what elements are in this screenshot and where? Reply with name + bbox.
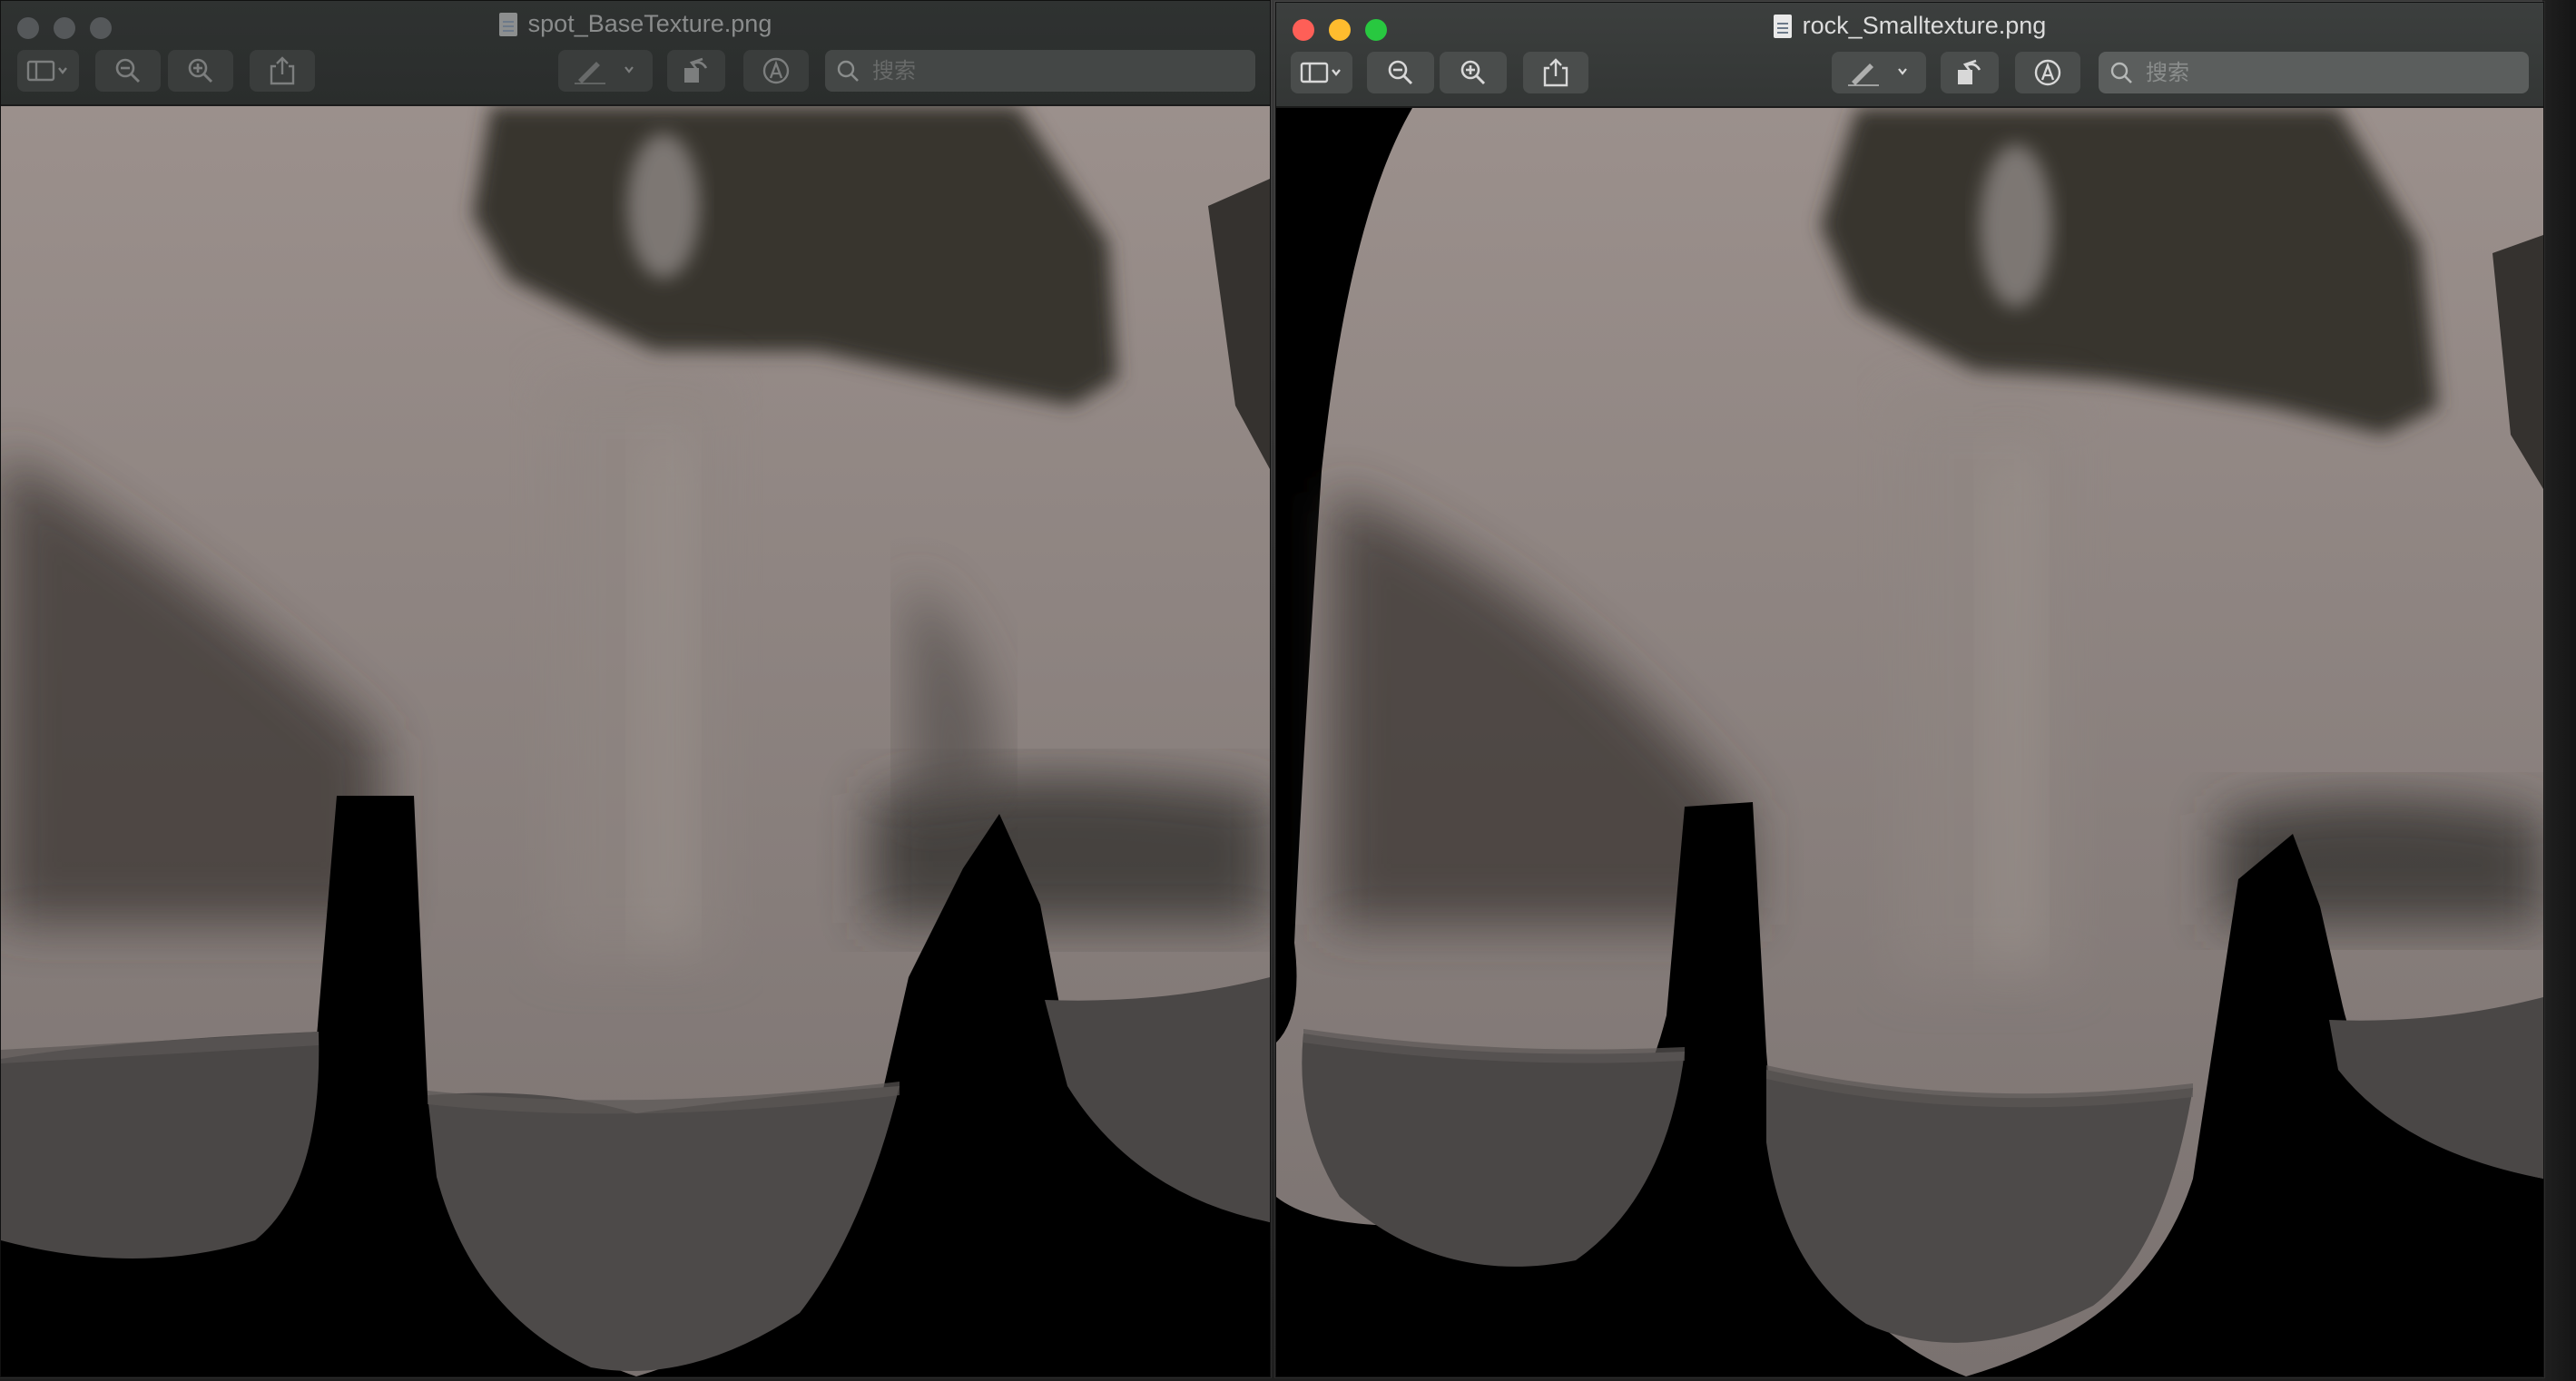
search-field[interactable] — [825, 50, 1255, 92]
search-input[interactable] — [870, 57, 1210, 84]
search-field[interactable] — [2099, 52, 2529, 93]
share-button[interactable] — [250, 50, 315, 92]
preview-window-left[interactable]: spot_BaseTexture.png — [0, 0, 1271, 1377]
share-icon — [1543, 58, 1568, 87]
zoom-out-button[interactable] — [1367, 52, 1434, 93]
preview-window-right[interactable]: rock_Smalltexture.png — [1275, 2, 2544, 1377]
annotate-icon — [762, 57, 790, 84]
markup-pen-icon — [575, 62, 634, 84]
share-button[interactable] — [1523, 52, 1588, 93]
sidebar-toggle-button[interactable] — [1291, 52, 1352, 93]
window-title: rock_Smalltexture.png — [1276, 12, 2543, 40]
markup-pen-button[interactable] — [558, 50, 653, 92]
annotate-button[interactable] — [2015, 52, 2080, 93]
sidebar-toggle-button[interactable] — [17, 50, 79, 92]
window-title-text: rock_Smalltexture.png — [1802, 12, 2047, 39]
zoom-out-button[interactable] — [95, 50, 161, 92]
titlebar[interactable]: rock_Smalltexture.png — [1276, 3, 2543, 108]
sidebar-icon — [1300, 62, 1341, 83]
zoom-in-button[interactable] — [168, 50, 233, 92]
annotate-button[interactable] — [743, 50, 809, 92]
background-window-edge — [2542, 0, 2576, 1381]
image-canvas[interactable] — [1, 106, 1270, 1376]
rendered-texture-image — [1276, 108, 2543, 1376]
search-icon — [2110, 62, 2132, 83]
image-canvas[interactable] — [1276, 108, 2543, 1376]
rotate-icon — [1958, 59, 1981, 84]
rotate-icon — [684, 57, 708, 83]
zoom-out-icon — [115, 58, 141, 83]
window-title-text: spot_BaseTexture.png — [527, 10, 772, 37]
annotate-icon — [2034, 59, 2061, 86]
png-file-icon — [1773, 14, 1792, 38]
search-icon — [837, 60, 859, 82]
window-title: spot_BaseTexture.png — [1, 10, 1270, 38]
search-input[interactable] — [2144, 59, 2483, 86]
rendered-texture-image — [1, 106, 1270, 1376]
sidebar-icon — [26, 60, 67, 82]
rotate-button[interactable] — [667, 50, 725, 92]
zoom-in-icon — [1460, 60, 1486, 85]
png-file-icon — [498, 12, 517, 36]
zoom-in-icon — [188, 58, 213, 83]
zoom-in-button[interactable] — [1440, 52, 1507, 93]
markup-pen-icon — [1848, 64, 1907, 86]
titlebar[interactable]: spot_BaseTexture.png — [1, 1, 1270, 106]
share-icon — [270, 56, 295, 85]
rotate-button[interactable] — [1941, 52, 1999, 93]
zoom-out-icon — [1388, 60, 1413, 85]
markup-pen-button[interactable] — [1832, 52, 1926, 93]
